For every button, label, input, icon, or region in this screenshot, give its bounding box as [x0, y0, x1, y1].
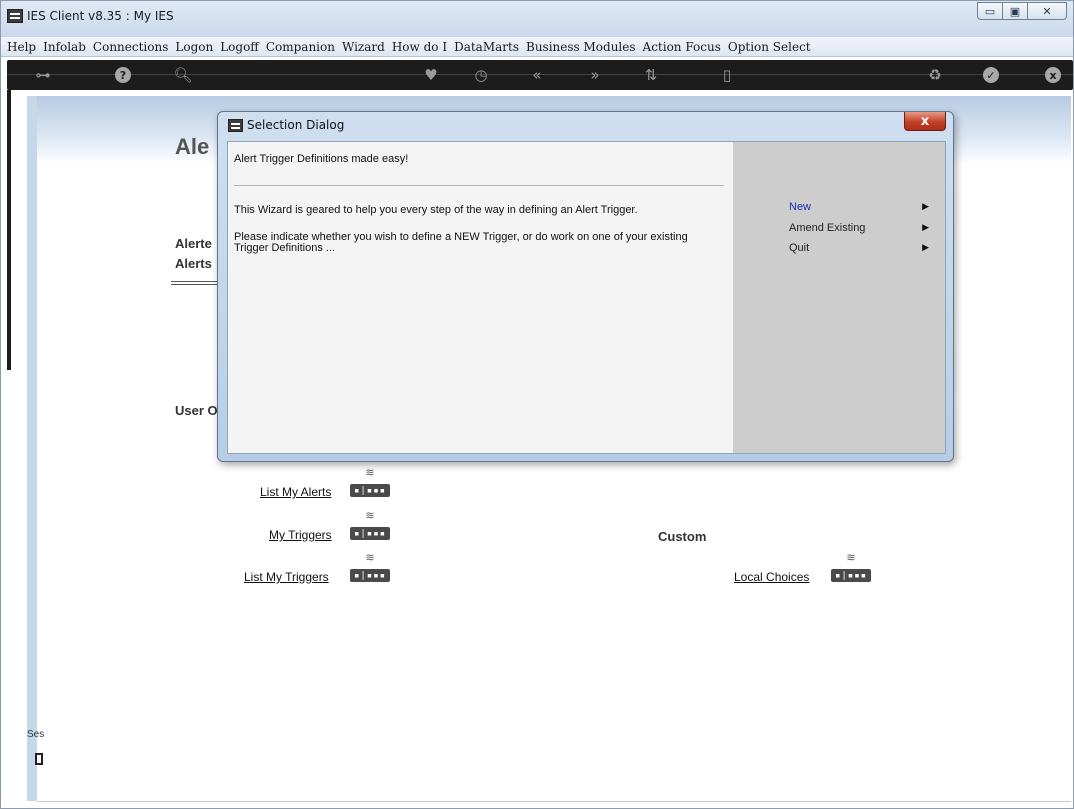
- dialog-instruction-cont: Trigger Definitions ...: [234, 242, 336, 254]
- user-options-label: User O: [175, 403, 218, 418]
- heart-icon[interactable]: ♥: [419, 65, 443, 85]
- router-body: ▪|▪▪▪: [831, 569, 871, 582]
- option-quit-label: Quit: [789, 242, 810, 254]
- dialog-options-panel: New ▶ Amend Existing ▶ Quit ▶: [733, 142, 945, 453]
- option-new-label: New: [789, 201, 812, 213]
- menu-bar: Help Infolab Connections Logon Logoff Co…: [1, 37, 1073, 57]
- title-row: IES Client v8.35 : My IES: [7, 7, 174, 25]
- menu-logoff[interactable]: Logoff: [220, 40, 259, 54]
- menu-datamarts[interactable]: DataMarts: [454, 40, 519, 54]
- option-amend-existing-label: Amend Existing: [789, 222, 866, 234]
- router-body: ▪|▪▪▪: [350, 569, 390, 582]
- help-icon[interactable]: ?: [111, 65, 135, 85]
- wifi-icon: ≋: [846, 551, 856, 564]
- app-logo-icon: [7, 9, 23, 23]
- menu-business-modules[interactable]: Business Modules: [526, 40, 636, 54]
- content-bottom-border: [37, 801, 1071, 802]
- menu-help[interactable]: Help: [7, 40, 36, 54]
- router-icon[interactable]: ≋ ▪|▪▪▪: [350, 510, 390, 540]
- dialog-title: Selection Dialog: [247, 118, 345, 132]
- router-icon[interactable]: ≋ ▪|▪▪▪: [831, 552, 871, 582]
- dialog-app-icon: [228, 118, 243, 132]
- page-title: Ale: [175, 134, 210, 159]
- window-title: IES Client v8.35 : My IES: [27, 9, 174, 23]
- custom-label: Custom: [658, 529, 707, 544]
- toolbar: ⊶ ? 🔍︎ ♥ ◷ « » ⇅ ▯ ♻ ✓ x: [7, 60, 1073, 90]
- session-icon[interactable]: [35, 753, 43, 765]
- left-panel: [27, 96, 37, 801]
- my-triggers-link[interactable]: My Triggers: [269, 528, 332, 542]
- menu-logon[interactable]: Logon: [175, 40, 213, 54]
- router-body: ▪|▪▪▪: [350, 527, 390, 540]
- option-amend-existing[interactable]: Amend Existing ▶: [789, 222, 929, 234]
- option-new[interactable]: New ▶: [789, 201, 929, 213]
- submenu-arrow-icon: ▶: [922, 222, 929, 232]
- dialog-title-row: Selection Dialog: [228, 118, 344, 132]
- submenu-arrow-icon: ▶: [922, 201, 929, 211]
- forward-icon[interactable]: »: [583, 65, 607, 85]
- wifi-icon: ≋: [365, 551, 375, 564]
- dialog-body: Alert Trigger Definitions made easy! Thi…: [227, 141, 946, 454]
- router-body: ▪|▪▪▪: [350, 484, 390, 497]
- alerts-label: Alerts: [175, 256, 212, 271]
- window-controls: ▭ ▣ ✕: [977, 2, 1067, 20]
- sort-icon[interactable]: ⇅: [639, 65, 663, 85]
- router-icon[interactable]: ≋ ▪|▪▪▪: [350, 467, 390, 497]
- clock-icon[interactable]: ◷: [469, 65, 493, 85]
- option-quit[interactable]: Quit ▶: [789, 242, 929, 254]
- wifi-icon: ≋: [365, 509, 375, 522]
- recycle-icon[interactable]: ♻: [923, 65, 947, 85]
- dialog-divider: [234, 185, 724, 186]
- session-label: Ses: [27, 729, 45, 740]
- dialog-info-panel: Alert Trigger Definitions made easy! Thi…: [228, 142, 733, 453]
- selection-dialog: Selection Dialog x Alert Trigger Definit…: [217, 111, 954, 462]
- menu-wizard[interactable]: Wizard: [342, 40, 385, 54]
- minimize-button[interactable]: ▭: [977, 2, 1003, 20]
- left-stripe: [7, 90, 11, 370]
- title-bar: IES Client v8.35 : My IES ▭ ▣ ✕: [1, 1, 1073, 37]
- wifi-icon: ≋: [365, 466, 375, 479]
- search-icon[interactable]: 🔍︎: [171, 65, 195, 85]
- dialog-close-button[interactable]: x: [904, 112, 946, 131]
- alerted-label: Alerte: [175, 236, 212, 251]
- menu-action-focus[interactable]: Action Focus: [643, 40, 721, 54]
- local-choices-link[interactable]: Local Choices: [734, 570, 809, 584]
- close-window-button[interactable]: ✕: [1027, 2, 1067, 20]
- menu-infolab[interactable]: Infolab: [43, 40, 86, 54]
- list-my-alerts-link[interactable]: List My Alerts: [260, 485, 331, 499]
- page-icon[interactable]: ▯: [715, 65, 739, 85]
- dialog-heading: Alert Trigger Definitions made easy!: [234, 153, 409, 165]
- submenu-arrow-icon: ▶: [922, 242, 929, 252]
- menu-how-do-i[interactable]: How do I: [392, 40, 447, 54]
- key-icon[interactable]: ⊶: [31, 65, 55, 85]
- rewind-icon[interactable]: «: [525, 65, 549, 85]
- maximize-button[interactable]: ▣: [1002, 2, 1028, 20]
- menu-option-select[interactable]: Option Select: [728, 40, 811, 54]
- router-icon[interactable]: ≋ ▪|▪▪▪: [350, 552, 390, 582]
- dialog-description: This Wizard is geared to help you every …: [234, 204, 638, 216]
- check-icon[interactable]: ✓: [979, 65, 1003, 85]
- menu-connections[interactable]: Connections: [93, 40, 168, 54]
- menu-companion[interactable]: Companion: [266, 40, 335, 54]
- list-my-triggers-link[interactable]: List My Triggers: [244, 570, 329, 584]
- close-icon[interactable]: x: [1041, 65, 1065, 85]
- app-window: IES Client v8.35 : My IES ▭ ▣ ✕ Help Inf…: [0, 0, 1074, 809]
